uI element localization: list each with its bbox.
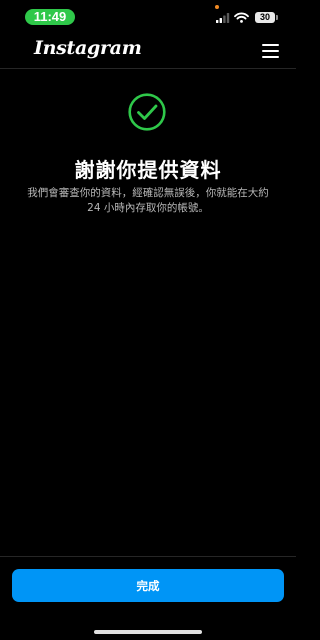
confirmation-description: 我們會審查你的資料，經確認無誤後，你就能在大約 24 小時內存取你的帳號。 bbox=[27, 187, 269, 214]
home-indicator[interactable] bbox=[94, 630, 202, 634]
battery-tip bbox=[276, 15, 278, 20]
hamburger-menu-icon[interactable] bbox=[262, 44, 279, 58]
signal-icon bbox=[216, 13, 230, 23]
wifi-icon bbox=[234, 12, 249, 23]
footer-divider bbox=[0, 556, 296, 557]
status-bar: 11:49 30 bbox=[0, 0, 296, 36]
status-time: 11:49 bbox=[25, 9, 75, 25]
instagram-logo: Instagram bbox=[34, 37, 142, 59]
page-title: 謝謝你提供資料 bbox=[74, 158, 222, 182]
app-header: Instagram bbox=[0, 36, 296, 69]
check-circle-icon bbox=[128, 93, 166, 131]
privacy-indicator-dot bbox=[215, 5, 219, 9]
done-button[interactable]: 完成 bbox=[12, 569, 284, 602]
battery-icon: 30 bbox=[255, 12, 275, 23]
